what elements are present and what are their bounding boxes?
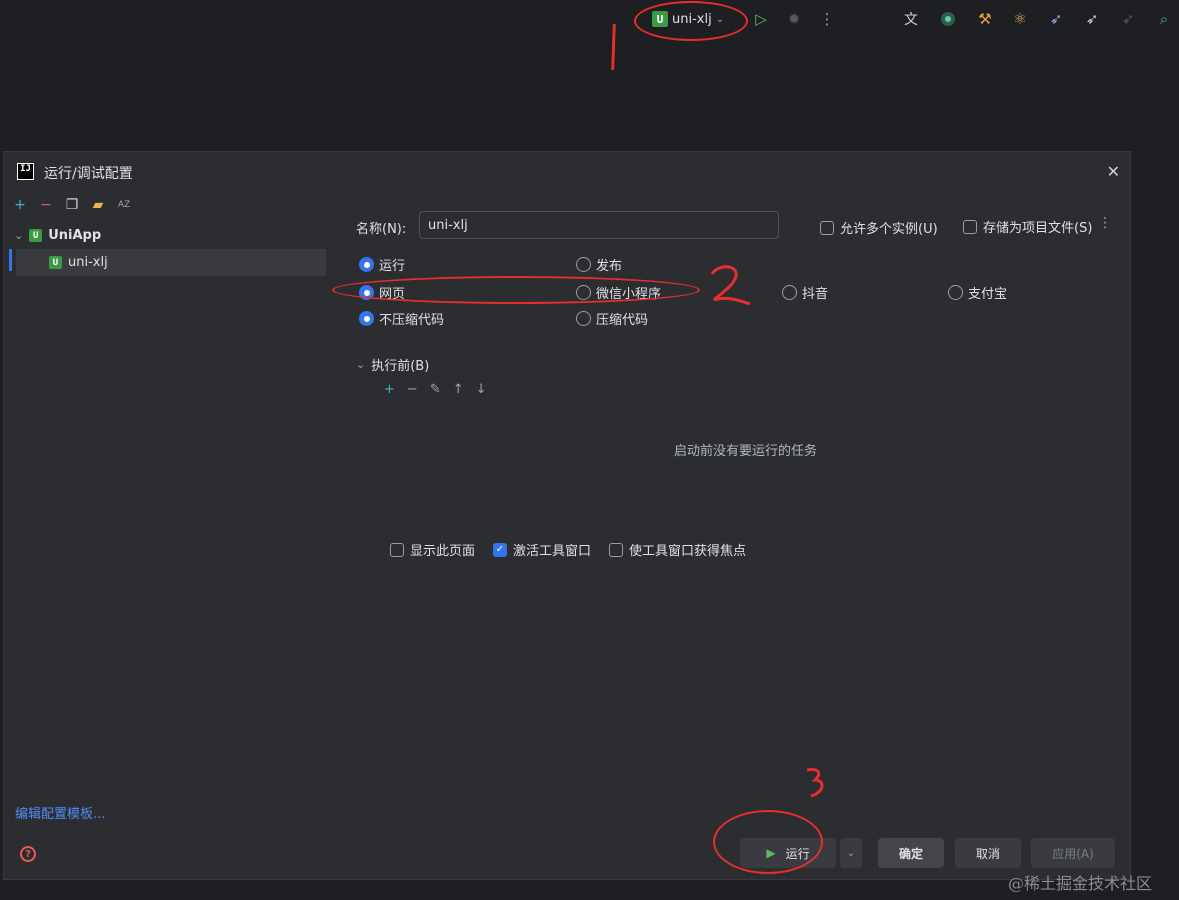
- checkbox-box[interactable]: [390, 542, 404, 557]
- dialog-title-bar: IJ 运行/调试配置 ✕: [4, 152, 1130, 192]
- checkbox-box[interactable]: ✓: [493, 542, 507, 557]
- annotation-ellipse-radios: [332, 276, 700, 304]
- copy-icon[interactable]: ❐: [64, 197, 80, 213]
- annotation-ellipse-run-button: [713, 810, 823, 874]
- watermark: @稀土掘金技术社区: [1008, 874, 1153, 893]
- add-icon[interactable]: +: [12, 197, 28, 213]
- radio-no-minify[interactable]: 不压缩代码: [359, 309, 444, 328]
- more-vertical-icon[interactable]: ⋮: [817, 9, 837, 29]
- tree-toolbar: + − ❐ ▰ AZ: [12, 196, 132, 214]
- radio-label: 发布: [596, 259, 623, 274]
- search-icon[interactable]: ⌕: [1154, 9, 1174, 29]
- apply-button[interactable]: 应用(A): [1031, 838, 1115, 868]
- run-debug-config-dialog: IJ 运行/调试配置 ✕ + − ❐ ▰ AZ ⌄ U UniApp U uni…: [3, 151, 1131, 880]
- tree-group-uniapp[interactable]: ⌄ U UniApp: [4, 222, 330, 249]
- radio-circle[interactable]: [948, 285, 963, 300]
- uniapp-icon: U: [29, 229, 43, 242]
- edit-templates-link[interactable]: 编辑配置模板...: [15, 803, 105, 822]
- arrow-up-icon[interactable]: ↑: [453, 382, 464, 397]
- radio-label: 抖音: [802, 287, 829, 302]
- tree-item-uni-xlj[interactable]: U uni-xlj: [16, 249, 326, 276]
- radio-alipay[interactable]: 支付宝: [948, 283, 1007, 302]
- annotation-mark-1: [611, 23, 616, 71]
- rocket-icon[interactable]: ➶: [1046, 9, 1066, 29]
- translate-icon[interactable]: 文: [901, 9, 921, 29]
- chevron-down-icon[interactable]: ⌄: [356, 358, 365, 371]
- radio-circle[interactable]: [359, 311, 374, 326]
- radio-circle[interactable]: [576, 257, 591, 272]
- before-launch-section-toggle[interactable]: ⌄ 执行前(B): [356, 355, 429, 374]
- checkbox-label: 显示此页面: [410, 544, 476, 559]
- chevron-down-icon[interactable]: ⌄: [14, 229, 23, 242]
- add-icon[interactable]: +: [384, 382, 395, 397]
- activate-tool-window-checkbox[interactable]: ✓ 激活工具窗口: [493, 540, 591, 559]
- radio-run[interactable]: 运行: [359, 255, 405, 274]
- main-toolbar: U uni-xlj ⌄ ▷ ✹ ⋮ 文 ⚒ ⚛ ➶ ➶ ➶ ⌕: [0, 0, 1179, 40]
- selection-indicator: [9, 249, 12, 271]
- more-vertical-icon[interactable]: ⋮: [1098, 215, 1112, 231]
- allow-multiple-checkbox[interactable]: 允许多个实例(U): [820, 218, 938, 237]
- focus-tool-window-checkbox[interactable]: 使工具窗口获得焦点: [609, 540, 746, 559]
- arrow-down-icon[interactable]: ↓: [476, 382, 487, 397]
- radio-minify[interactable]: 压缩代码: [576, 309, 648, 328]
- radio-label: 运行: [379, 259, 406, 274]
- checkbox-label: 激活工具窗口: [513, 544, 592, 559]
- radio-circle[interactable]: [576, 311, 591, 326]
- checkbox-label: 存储为项目文件(S): [983, 221, 1093, 236]
- checkbox-label: 允许多个实例(U): [840, 222, 938, 237]
- sort-alpha-icon[interactable]: AZ: [116, 200, 132, 210]
- cancel-button[interactable]: 取消: [955, 838, 1021, 868]
- checkbox-label: 使工具窗口获得焦点: [629, 544, 747, 559]
- dialog-title: 运行/调试配置: [44, 166, 133, 182]
- run-dropdown-button[interactable]: ⌄: [840, 838, 862, 868]
- empty-tasks-text: 启动前没有要运行的任务: [674, 444, 818, 459]
- checkbox-box[interactable]: [609, 542, 623, 557]
- before-launch-label: 执行前(B): [371, 359, 430, 374]
- help-icon[interactable]: ?: [20, 846, 36, 862]
- chevron-down-icon: ⌄: [846, 847, 856, 859]
- remove-icon[interactable]: −: [38, 197, 54, 213]
- radio-label: 支付宝: [968, 287, 1008, 302]
- folder-icon[interactable]: ▰: [90, 197, 106, 213]
- status-dot-icon[interactable]: [938, 9, 958, 29]
- annotation-mark-2: [710, 265, 751, 306]
- close-icon[interactable]: ✕: [1107, 162, 1120, 181]
- radio-label: 压缩代码: [596, 313, 649, 328]
- radio-circle[interactable]: [359, 257, 374, 272]
- annotation-ellipse-run-config: [634, 1, 748, 41]
- remove-icon[interactable]: −: [407, 382, 418, 397]
- tree-item-label: uni-xlj: [68, 255, 108, 270]
- show-page-checkbox[interactable]: 显示此页面: [390, 540, 475, 559]
- rocket-outline-icon[interactable]: ➶: [1082, 9, 1102, 29]
- build-tools-icon[interactable]: ⚒: [975, 9, 995, 29]
- config-tree: ⌄ U UniApp U uni-xlj: [4, 222, 330, 276]
- radio-circle[interactable]: [782, 285, 797, 300]
- rocket-disabled-icon[interactable]: ➶: [1118, 9, 1138, 29]
- atom-icon[interactable]: ⚛: [1010, 9, 1030, 29]
- radio-douyin[interactable]: 抖音: [782, 283, 828, 302]
- annotation-mark-3: [806, 768, 824, 798]
- radio-label: 不压缩代码: [379, 313, 445, 328]
- debug-icon[interactable]: ✹: [784, 9, 804, 29]
- checkbox-box[interactable]: [820, 220, 834, 235]
- checkbox-box[interactable]: [963, 219, 977, 234]
- name-label: 名称(N):: [356, 222, 407, 237]
- name-input[interactable]: [419, 211, 779, 239]
- before-launch-toolbar: + − ✎ ↑ ↓: [384, 382, 487, 397]
- ide-logo-icon: IJ: [17, 163, 34, 180]
- store-as-file-checkbox[interactable]: 存储为项目文件(S): [963, 217, 1092, 236]
- edit-icon[interactable]: ✎: [430, 382, 441, 397]
- uniapp-icon: U: [49, 256, 62, 269]
- tree-group-label: UniApp: [48, 228, 102, 243]
- run-icon[interactable]: ▷: [751, 9, 771, 29]
- ok-button[interactable]: 确定: [878, 838, 944, 868]
- radio-publish[interactable]: 发布: [576, 255, 622, 274]
